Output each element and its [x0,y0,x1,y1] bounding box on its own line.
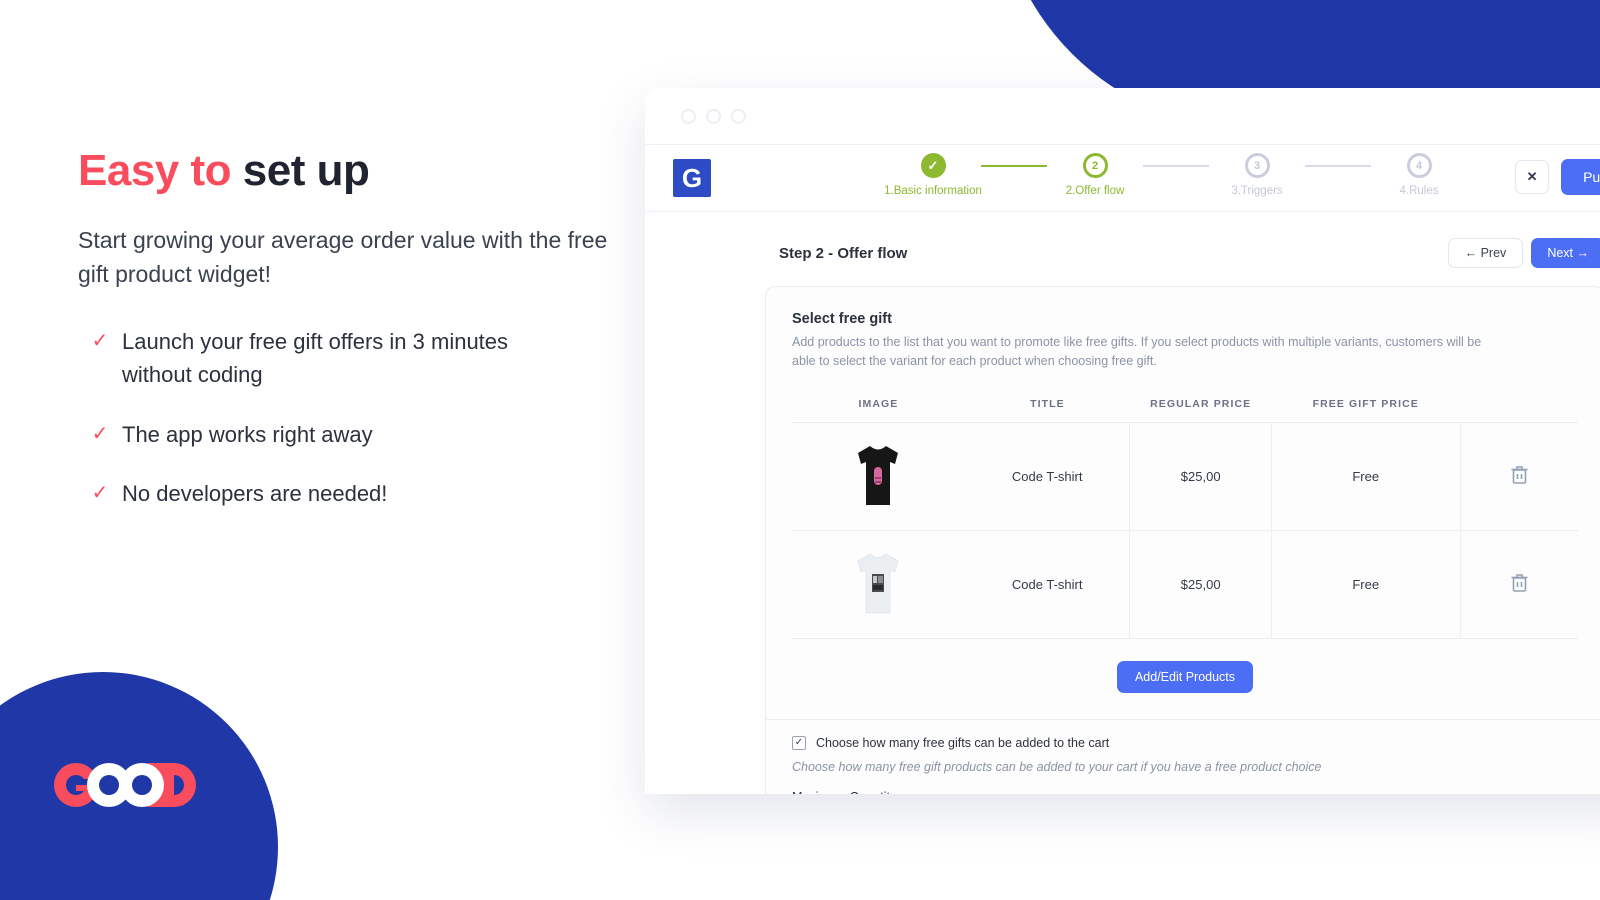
check-icon: ✓ [91,422,109,445]
cell-free-gift-price: Free [1270,422,1461,531]
trash-icon [1511,574,1528,593]
window-dot-icon[interactable] [681,108,696,124]
column-header-regular-price: REGULAR PRICE [1129,389,1272,423]
step-label: 1.Basic information [884,185,982,197]
card-description: Add products to the list that you want t… [792,335,1482,369]
list-item: ✓ No developers are needed! [78,477,678,510]
app-logo-icon: G [673,159,711,197]
step-header-row: Step 2 - Offer flow ← Prev Next → [645,212,1600,286]
column-header-title: TITLE [964,389,1130,423]
step-connector [1305,165,1371,167]
step-circle-number: 4 [1406,153,1432,178]
bullet-text: Launch your free gift offers in 3 minute… [122,328,509,388]
window-dot-icon[interactable] [731,108,746,124]
stepper-step-basic-information[interactable]: ✓ 1.Basic information [884,153,982,197]
marketing-copy: Easy to set up Start growing your averag… [78,146,678,536]
prev-button[interactable]: ← Prev [1447,238,1524,268]
cell-image [792,530,965,639]
column-header-image: IMAGE [792,389,965,423]
stepper-step-triggers[interactable]: 3 3.Triggers [1209,153,1305,197]
app-header: G ✓ 1.Basic information 2 2.Offer flow 3… [645,144,1600,212]
choose-quantity-option-row[interactable]: ✓ Choose how many free gifts can be adde… [792,735,1578,750]
add-edit-products-button[interactable]: Add/Edit Products [1116,660,1254,693]
stepper-step-rules[interactable]: 4 4.Rules [1371,153,1467,197]
choose-quantity-label: Choose how many free gifts can be added … [816,735,1110,750]
trash-icon [1511,466,1528,485]
cell-regular-price: $25,00 [1129,422,1272,531]
step-circle-check-icon: ✓ [920,153,946,178]
cell-delete[interactable] [1459,530,1578,639]
stepper-step-offer-flow[interactable]: 2 2.Offer flow [1047,153,1143,197]
subheadline: Start growing your average order value w… [78,226,608,287]
next-button[interactable]: Next → [1531,238,1600,268]
maximum-quantity-label: Maximum Quantity: [792,790,1578,794]
free-gift-products-table: IMAGE TITLE REGULAR PRICE FREE GIFT PRIC… [792,389,1578,639]
header-actions: ✕ Publish [1515,159,1600,195]
step-label: 3.Triggers [1231,185,1283,197]
window-dot-icon[interactable] [706,108,721,124]
quantity-options-block: ✓ Choose how many free gifts can be adde… [792,720,1578,794]
bullet-text: No developers are needed! [122,480,388,506]
headline-rest: set up [242,146,370,195]
cell-regular-price: $25,00 [1129,530,1272,639]
table-row: Code T-shirt $25,00 Free [792,530,1578,639]
page-title: Easy to set up [78,146,678,197]
column-header-actions [1460,389,1578,423]
wizard-nav-buttons: ← Prev Next → [1447,238,1600,268]
gooo-logo [52,762,202,808]
select-free-gift-card: Select free gift Add products to the lis… [765,286,1600,794]
column-header-free-gift-price: FREE GIFT PRICE [1271,389,1461,423]
browser-window: G ✓ 1.Basic information 2 2.Offer flow 3… [645,88,1600,794]
step-circle-number: 2 [1082,153,1108,178]
check-icon: ✓ [91,329,109,352]
check-icon: ✓ [91,481,109,504]
headline-accent: Easy to [78,146,243,195]
browser-titlebar [645,88,1600,144]
card-title: Select free gift [792,311,892,327]
publish-button[interactable]: Publish [1561,159,1600,195]
cell-title: Code T-shirt [964,530,1130,639]
white-tshirt-thumbnail [850,547,906,619]
cell-title: Code T-shirt [964,422,1130,531]
page-root: Easy to set up Start growing your averag… [0,0,1600,900]
cell-free-gift-price: Free [1270,530,1461,639]
step-connector [1143,165,1209,167]
close-button[interactable]: ✕ [1515,160,1550,194]
add-products-row: Add/Edit Products [766,639,1600,720]
table-row: Code T-shirt $25,00 Free [792,422,1578,531]
step-circle-number: 3 [1244,153,1270,178]
list-item: ✓ The app works right away [78,418,678,451]
black-tshirt-thumbnail [850,439,906,511]
step-connector [981,165,1047,167]
cell-delete[interactable] [1459,422,1578,531]
list-item: ✓ Launch your free gift offers in 3 minu… [78,325,678,392]
step-label: 4.Rules [1399,185,1439,197]
choose-quantity-checkbox[interactable]: ✓ [792,735,806,750]
bullet-text: The app works right away [122,421,373,447]
cell-image [792,422,965,531]
table-header-row: IMAGE TITLE REGULAR PRICE FREE GIFT PRIC… [792,389,1578,423]
wizard-stepper: ✓ 1.Basic information 2 2.Offer flow 3 3… [884,153,1467,197]
choose-quantity-helper-text: Choose how many free gift products can b… [792,759,1322,774]
feature-bullet-list: ✓ Launch your free gift offers in 3 minu… [78,325,678,511]
step-title: Step 2 - Offer flow [779,244,908,262]
step-label: 2.Offer flow [1065,185,1125,197]
